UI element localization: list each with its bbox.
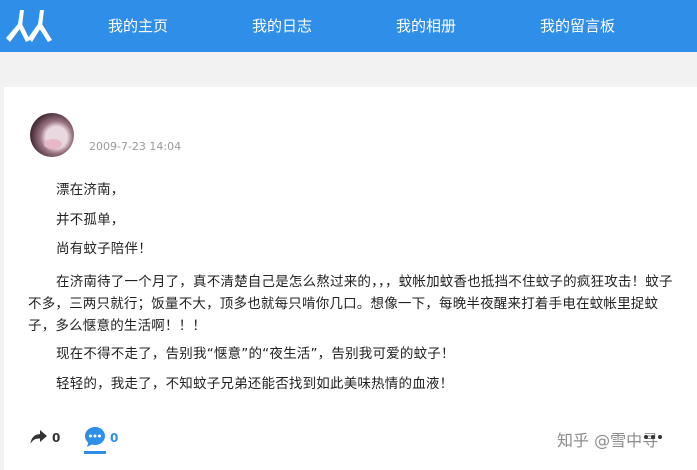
post-paragraph: 现在不得不走了，告别我“惬意”的“夜生活”，告别我可爱的蚊子！ <box>56 346 455 362</box>
nav-item-guestbook[interactable]: 我的留言板 <box>540 15 615 37</box>
renren-logo-icon[interactable] <box>6 6 56 46</box>
avatar[interactable] <box>30 113 74 157</box>
post-timestamp: 2009-7-23 14:04 <box>89 140 182 153</box>
share-count: 0 <box>52 431 61 445</box>
nav-item-album[interactable]: 我的相册 <box>396 15 456 37</box>
more-icon[interactable] <box>642 429 664 445</box>
post-paragraph: 并不孤单， <box>56 212 125 228</box>
comment-bubble-icon[interactable] <box>84 426 106 448</box>
comment-count: 0 <box>110 431 119 445</box>
comment-tab-indicator <box>84 451 106 454</box>
share-arrow-icon[interactable] <box>30 429 48 445</box>
post-paragraph: 轻轻的，我走了，不知蚊子兄弟还能否找到如此美味热情的血液！ <box>56 376 454 392</box>
post-paragraph: 尚有蚊子陪伴！ <box>56 241 152 257</box>
top-navigation-bar: 我的主页 我的日志 我的相册 我的留言板 <box>0 0 697 52</box>
blog-post-card: 2009-7-23 14:04 漂在济南， 并不孤单， 尚有蚊子陪伴！ 在济南待… <box>4 87 697 470</box>
nav-item-blog[interactable]: 我的日志 <box>252 15 312 37</box>
nav-item-home[interactable]: 我的主页 <box>108 15 168 37</box>
post-paragraph: 在济南待了一个月了，真不清楚自己是怎么熬过来的，，，蚊帐加蚊香也抵挡不住蚊子的疯… <box>28 274 673 334</box>
post-paragraph: 漂在济南， <box>56 182 125 198</box>
